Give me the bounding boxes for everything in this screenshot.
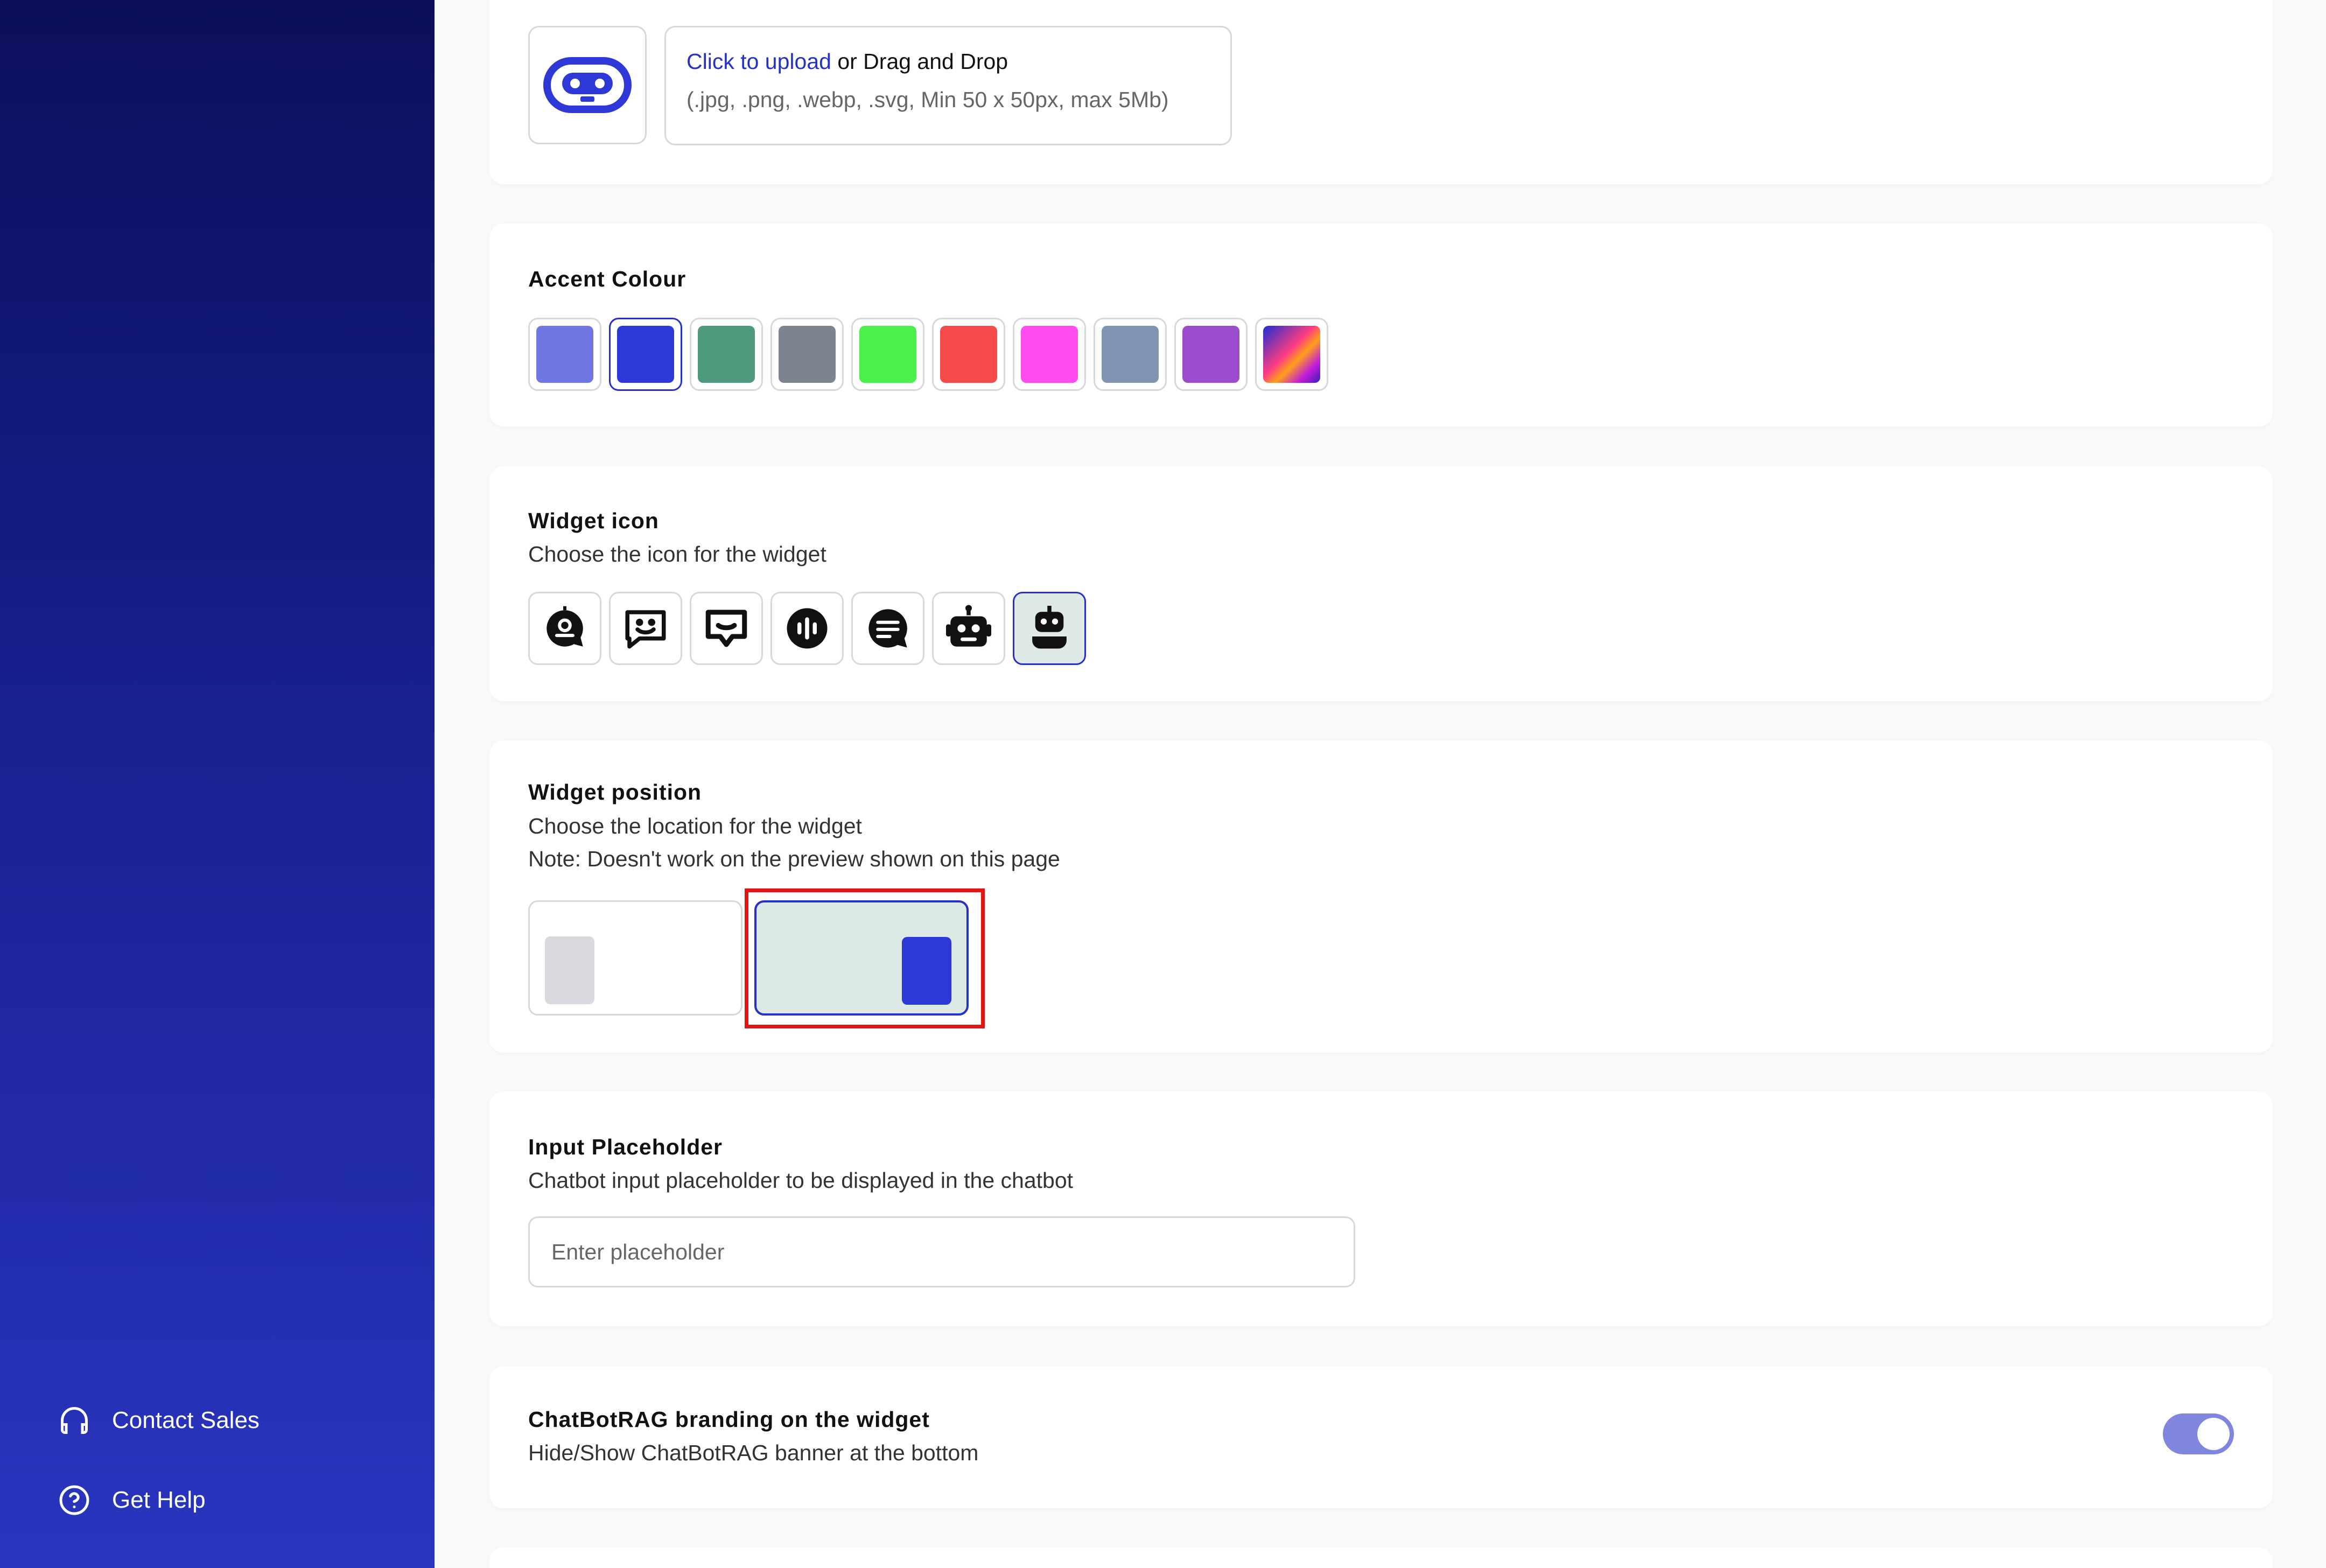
next-card [489,1547,2273,1568]
widget-position-subtitle: Choose the location for the widget [528,814,862,838]
upload-dropzone[interactable]: Click to upload or Drag and Drop (.jpg, … [664,26,1232,145]
branding-title: ChatBotRAG branding on the widget [528,1407,930,1432]
widget-position-note: Note: Doesn't work on the preview shown … [528,846,1060,871]
click-to-upload-link[interactable]: Click to upload [686,49,831,74]
robot-head-icon [1032,606,1067,649]
chat-bubble-face-icon [547,606,583,647]
input-placeholder-title: Input Placeholder [528,1135,723,1159]
swatch-7[interactable] [1013,318,1086,391]
swatch-3[interactable] [690,318,763,391]
get-help-label: Get Help [112,1487,206,1513]
chat-box-icon [705,610,747,647]
swatch-2-selected[interactable] [609,318,682,391]
chat-smile-icon [625,610,666,649]
position-left-marker [545,936,594,1004]
contact-sales-link[interactable]: Contact Sales [58,1404,260,1437]
help-circle-icon [59,1485,89,1515]
get-help-link[interactable]: Get Help [58,1484,206,1516]
sidebar: Contact Sales Get Help [0,0,435,1568]
swatch-9[interactable] [1174,318,1248,391]
widget-icon-title: Widget icon [528,508,659,533]
icon-option-7-selected[interactable] [1013,592,1086,665]
icon-option-6[interactable] [932,592,1005,665]
audio-wave-icon [787,608,828,649]
branding-card: ChatBotRAG branding on the widget Hide/S… [489,1366,2273,1508]
swatch-4[interactable] [770,318,844,391]
drag-drop-text: or Drag and Drop [831,49,1008,74]
icon-option-1[interactable] [528,592,601,665]
selection-highlight-box [745,888,985,1028]
icon-option-4[interactable] [770,592,844,665]
headset-icon [61,1407,88,1434]
main-content: Click to upload or Drag and Drop (.jpg, … [435,0,2326,1568]
input-placeholder-card: Input Placeholder Chatbot input placehol… [489,1091,2273,1326]
swatch-5[interactable] [851,318,924,391]
accent-colour-title: Accent Colour [528,267,686,291]
swatch-6[interactable] [932,318,1005,391]
chat-lines-icon [868,609,907,648]
widget-position-card: Widget position Choose the location for … [489,740,2273,1053]
robot-icon [946,605,991,647]
widget-position-title: Widget position [528,780,702,804]
placeholder-input[interactable] [528,1216,1355,1287]
logo-preview [528,26,647,144]
bot-logo-icon [543,57,632,113]
branding-subtitle: Hide/Show ChatBotRAG banner at the botto… [528,1440,979,1465]
swatch-gradient[interactable] [1255,318,1328,391]
upload-hint: (.jpg, .png, .webp, .svg, Min 50 x 50px,… [686,87,1169,112]
position-left-option[interactable] [528,900,742,1016]
widget-icon-card: Widget icon Choose the icon for the widg… [489,466,2273,701]
swatch-8[interactable] [1094,318,1167,391]
swatch-1[interactable] [528,318,601,391]
widget-icon-subtitle: Choose the icon for the widget [528,542,826,566]
icon-option-5[interactable] [851,592,924,665]
widget-icon-options [528,592,1086,665]
branding-toggle[interactable] [2163,1413,2234,1454]
icon-option-2[interactable] [609,592,682,665]
logo-upload-card: Click to upload or Drag and Drop (.jpg, … [489,0,2273,184]
icon-option-3[interactable] [690,592,763,665]
contact-sales-label: Contact Sales [112,1407,260,1433]
input-placeholder-subtitle: Chatbot input placeholder to be displaye… [528,1168,1074,1193]
accent-colour-card: Accent Colour [489,223,2273,426]
accent-colour-swatches [528,318,1328,391]
toggle-knob [2197,1418,2230,1450]
